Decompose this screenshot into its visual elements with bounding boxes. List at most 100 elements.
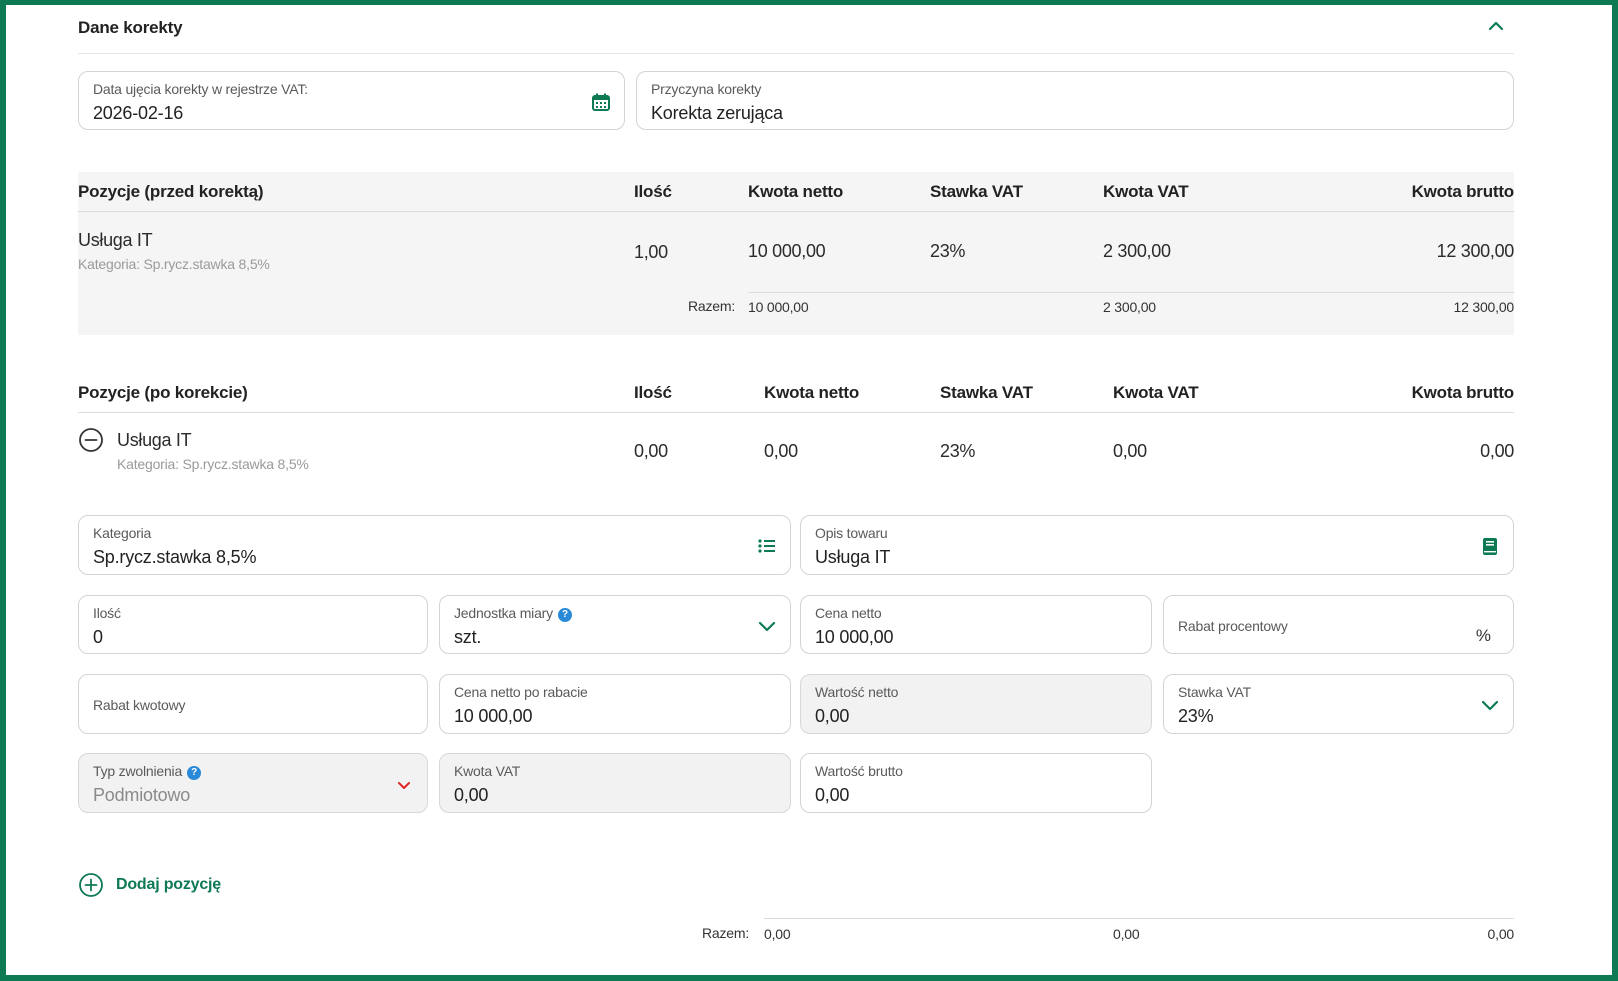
after-total-vat: 0,00 [1113,926,1140,942]
before-header-rate: Stawka VAT [930,182,1023,201]
quantity-field[interactable]: Ilość 0 [78,595,428,654]
row-category: Kategoria: Sp.rycz.stawka 8,5% [78,256,270,272]
exemption-type-label: Typ zwolnienia? [93,763,202,780]
row-rate: 23% [940,441,976,461]
help-icon[interactable]: ? [557,608,572,622]
add-position-button[interactable]: Dodaj pozycję [78,872,221,898]
row-qty: 1,00 [634,242,668,262]
divider [78,211,1514,212]
before-header-name: Pozycje (przed korektą) [78,182,264,201]
vat-amount-value: 0,00 [454,785,489,805]
amount-discount-field[interactable]: Rabat kwotowy [78,674,428,734]
exemption-type-select[interactable]: Typ zwolnienia? Podmiotowo [78,753,428,813]
percent-discount-field[interactable]: Rabat procentowy % [1163,595,1514,654]
before-header-vat: Kwota VAT [1103,182,1189,201]
vat-rate-select[interactable]: Stawka VAT 23% [1163,674,1514,734]
before-header-net: Kwota netto [748,182,844,201]
gross-value-label: Wartość brutto [815,763,903,779]
plus-circle-icon [79,873,103,897]
row-rate: 23% [930,241,966,261]
page-frame [0,0,1618,981]
row-qty: 0,00 [634,441,668,461]
correction-reason-label: Przyczyna korekty [651,81,762,97]
remove-row-icon[interactable] [78,427,104,453]
correction-date-label: Data ujęcia korekty w rejestrze VAT: [93,81,308,97]
before-table-header: Pozycje (przed korektą) Ilość Kwota nett… [78,172,1514,212]
gross-value-value: 0,00 [815,785,850,805]
row-net: 10 000,00 [748,241,826,261]
vat-rate-value: 23% [1178,706,1214,726]
add-position-label: Dodaj pozycję [116,876,221,893]
section-header[interactable]: Dane korekty [78,14,1514,54]
net-value-label: Wartość netto [815,684,899,700]
row-vat: 2 300,00 [1103,241,1171,261]
divider [748,292,1514,293]
row-gross: 12 300,00 [1436,241,1515,261]
book-icon[interactable] [1479,535,1501,557]
after-header-gross: Kwota brutto [1411,383,1515,402]
after-header-net: Kwota netto [764,383,860,402]
after-table-header: Pozycje (po korekcie) Ilość Kwota netto … [78,373,1514,413]
product-description-value: Usługa IT [815,547,891,567]
correction-date-value: 2026-02-16 [93,103,184,123]
after-header-qty: Ilość [634,383,672,402]
row-category: Kategoria: Sp.rycz.stawka 8,5% [117,456,309,472]
discounted-net-price-label: Cena netto po rabacie [454,684,588,700]
calendar-icon[interactable] [590,91,612,113]
discounted-net-price-value: 10 000,00 [454,706,533,726]
category-field[interactable]: Kategoria Sp.rycz.stawka 8,5% [78,515,791,575]
unit-label: Jednostka miary? [454,605,572,622]
discounted-net-price-field[interactable]: Cena netto po rabacie 10 000,00 [439,674,791,734]
after-total-label: Razem: [702,925,750,941]
after-header-vat: Kwota VAT [1113,383,1199,402]
vat-amount-label: Kwota VAT [454,763,521,779]
product-description-label: Opis towaru [815,525,888,541]
before-total-vat: 2 300,00 [1103,299,1156,315]
quantity-value: 0 [93,627,103,647]
net-value-value: 0,00 [815,706,850,726]
correction-reason-field[interactable]: Przyczyna korekty Korekta zerująca [636,71,1514,130]
amount-discount-label: Rabat kwotowy [93,697,186,713]
unit-label-text: Jednostka miary [454,605,553,621]
chevron-down-icon[interactable] [756,615,778,637]
vat-rate-label: Stawka VAT [1178,684,1251,700]
gross-value-field[interactable]: Wartość brutto 0,00 [800,753,1152,813]
unit-value: szt. [454,627,482,647]
net-value-field: Wartość netto 0,00 [800,674,1152,734]
after-header-name: Pozycje (po korekcie) [78,383,248,402]
chevron-up-icon[interactable] [1486,16,1506,36]
after-header-rate: Stawka VAT [940,383,1033,402]
divider [78,412,1514,413]
row-name: Usługa IT [117,430,192,450]
unit-select[interactable]: Jednostka miary? szt. [439,595,791,654]
net-price-label: Cena netto [815,605,882,621]
quantity-label: Ilość [93,605,121,621]
chevron-down-icon[interactable] [1479,694,1501,716]
row-net: 0,00 [764,441,798,461]
correction-date-field[interactable]: Data ujęcia korekty w rejestrze VAT: 202… [78,71,625,130]
correction-reason-value: Korekta zerująca [651,103,783,123]
row-vat: 0,00 [1113,441,1147,461]
after-total-net: 0,00 [764,926,791,942]
list-icon[interactable] [756,535,778,557]
before-header-gross: Kwota brutto [1411,182,1515,201]
percent-suffix: % [1475,626,1491,645]
chevron-down-icon[interactable] [393,774,415,796]
before-total-label: Razem: [688,298,736,314]
product-description-field[interactable]: Opis towaru Usługa IT [800,515,1514,575]
after-total-gross: 0,00 [1487,926,1515,942]
divider [764,918,1514,919]
before-total-net: 10 000,00 [748,299,809,315]
category-label: Kategoria [93,525,152,541]
net-price-field[interactable]: Cena netto 10 000,00 [800,595,1152,654]
before-total-gross: 12 300,00 [1453,299,1515,315]
vat-amount-field: Kwota VAT 0,00 [439,753,791,813]
help-icon[interactable]: ? [187,766,202,780]
exemption-type-label-text: Typ zwolnienia [93,763,183,779]
section-title: Dane korekty [78,18,183,37]
percent-discount-label: Rabat procentowy [1178,618,1288,634]
net-price-value: 10 000,00 [815,627,894,647]
row-gross: 0,00 [1480,441,1514,461]
row-name: Usługa IT [78,230,153,250]
before-header-qty: Ilość [634,182,672,201]
